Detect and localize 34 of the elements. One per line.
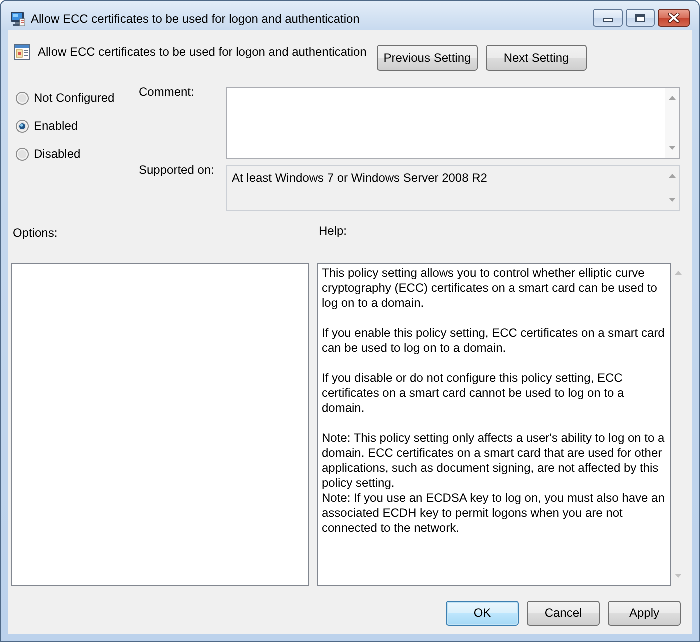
- radio-button[interactable]: Not Configured: [16, 91, 139, 106]
- ok-button[interactable]: OK: [446, 601, 519, 626]
- help-paragraph: If you disable or do not configure this policy setting, ECC certificates on a smart card cannot be used to log on to a domain.: [322, 371, 626, 416]
- options-label: Options:: [13, 226, 58, 240]
- window-icon: [14, 44, 30, 60]
- supported-on-label: Supported on:: [139, 163, 216, 178]
- computer-icon: [10, 11, 26, 27]
- comment-field[interactable]: [226, 87, 680, 159]
- maximize-button[interactable]: [626, 9, 655, 27]
- comment-label: Comment:: [139, 85, 196, 100]
- maximize-icon: [635, 14, 646, 22]
- scroll-up-icon[interactable]: [668, 174, 676, 178]
- help-paragraph: Note: This policy setting only affects a user's ability to log on to a domain. ECC certificates on a smart card that are used for other applications, such as document signing, are not affected by this policy setting. Note: If you use an ECDSA key to log on, you must also have an associated ECDH key to permit logons when you are not connected to the network.: [322, 431, 666, 536]
- radio-button[interactable]: Disabled: [16, 147, 139, 162]
- help-paragraph: If you enable this policy setting, ECC certificates on a smart card can be used to log on to a domain.: [322, 326, 666, 356]
- scroll-up-icon[interactable]: [674, 271, 682, 275]
- scroll-down-icon[interactable]: [674, 574, 682, 578]
- close-button[interactable]: [658, 9, 690, 27]
- help-label: Help:: [319, 224, 348, 240]
- minimize-button[interactable]: [593, 9, 623, 27]
- minimize-icon: [603, 18, 613, 22]
- radio-button[interactable]: Enabled: [16, 119, 139, 134]
- cancel-button[interactable]: Cancel: [527, 601, 600, 626]
- close-icon: [668, 13, 680, 23]
- previous-setting-button[interactable]: Previous Setting: [377, 45, 478, 71]
- supported-on-text: At least Windows 7 or Windows Server 2008 R2: [232, 171, 488, 185]
- scroll-down-icon[interactable]: [668, 198, 676, 202]
- scroll-down-icon[interactable]: [668, 146, 676, 150]
- window-title: Allow ECC certificates to be used for logon and authentication: [31, 12, 360, 27]
- help-paragraph: This policy setting allows you to control whether elliptic curve cryptography (ECC) certificates on a smart card can be used to log on to a domain.: [322, 266, 658, 311]
- next-setting-button[interactable]: Next Setting: [486, 45, 587, 71]
- apply-button[interactable]: Apply: [608, 601, 681, 626]
- scroll-up-icon[interactable]: [668, 96, 676, 100]
- setting-title: Allow ECC certificates to be used for logon and authentication: [38, 45, 367, 59]
